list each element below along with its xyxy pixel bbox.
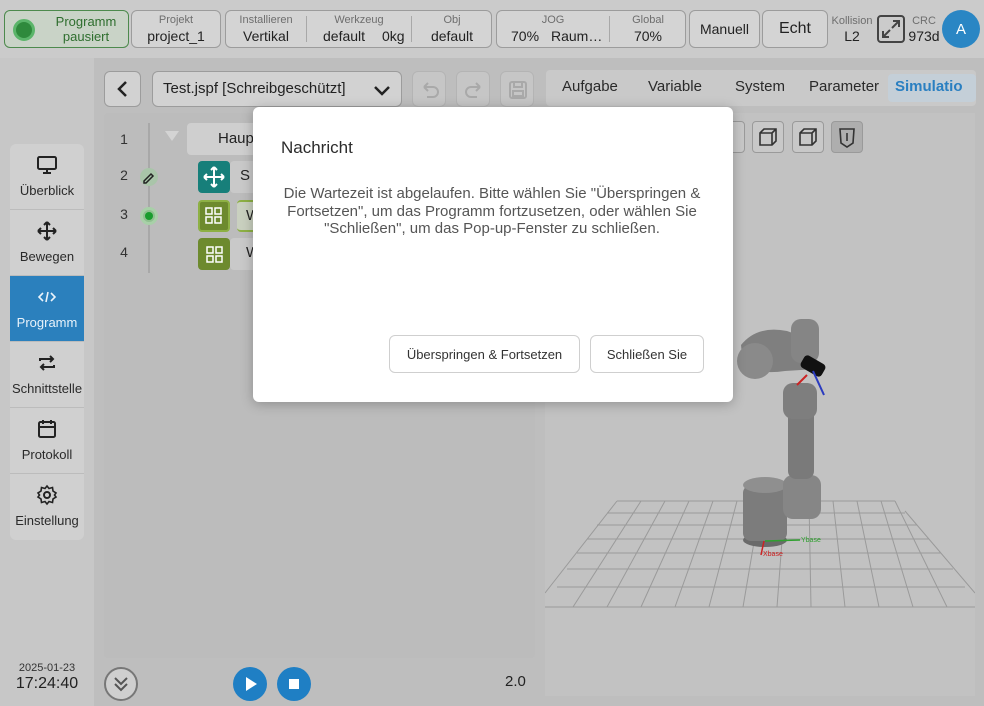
dialog-message: Die Wartezeit ist abgelaufen. Bitte wähl…: [283, 185, 701, 237]
message-dialog: Nachricht Die Wartezeit ist abgelaufen. …: [253, 107, 733, 402]
dialog-title: Nachricht: [281, 138, 353, 157]
skip-continue-button[interactable]: Überspringen & Fortsetzen: [389, 335, 580, 373]
close-button[interactable]: Schließen Sie: [590, 335, 704, 373]
